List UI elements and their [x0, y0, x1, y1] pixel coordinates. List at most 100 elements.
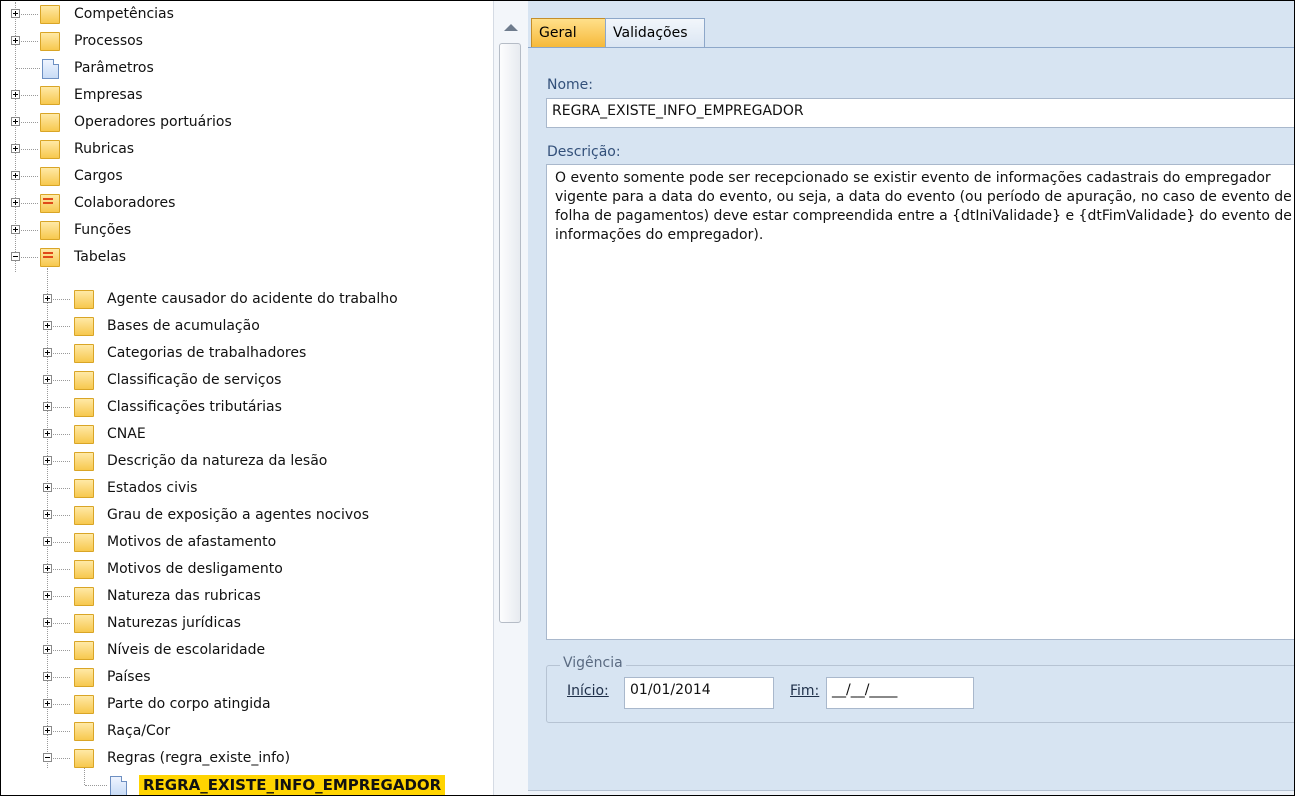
tree-item-niveis-escolaridade[interactable]: Níveis de escolaridade — [2, 638, 493, 665]
tree-item-label: Processos — [74, 33, 143, 49]
tree-item-rubricas[interactable]: Rubricas — [2, 137, 493, 164]
tree-item-raca-cor[interactable]: Raça/Cor — [2, 719, 493, 746]
folder-icon — [74, 695, 94, 714]
expand-icon[interactable] — [43, 375, 52, 384]
expand-icon[interactable] — [11, 225, 20, 234]
tree-item-label-selected: REGRA_EXISTE_INFO_EMPREGADOR — [139, 775, 446, 795]
expand-icon[interactable] — [11, 90, 20, 99]
tree-item-naturezas-juridicas[interactable]: Naturezas jurídicas — [2, 611, 493, 638]
tree-connector — [21, 122, 38, 123]
folder-icon — [74, 452, 94, 471]
expand-icon[interactable] — [11, 198, 20, 207]
folder-icon — [40, 32, 60, 51]
tree-item-tabelas[interactable]: Tabelas — [2, 245, 493, 272]
tree-item-cnae[interactable]: CNAE — [2, 422, 493, 449]
tree-connector — [53, 461, 70, 462]
tree-item-empresas[interactable]: Empresas — [2, 83, 493, 110]
inicio-label: Início: — [567, 683, 609, 699]
tab-validacoes[interactable]: Validações — [605, 18, 705, 47]
tree-item-grau-exposicao[interactable]: Grau de exposição a agentes nocivos — [2, 503, 493, 530]
expand-icon[interactable] — [43, 294, 52, 303]
tree-item-parametros[interactable]: Parâmetros — [2, 56, 493, 83]
expand-icon[interactable] — [43, 483, 52, 492]
tree-connector — [21, 41, 38, 42]
expand-icon[interactable] — [43, 591, 52, 600]
tree-item-categorias-trabalhadores[interactable]: Categorias de trabalhadores — [2, 341, 493, 368]
collapse-icon[interactable] — [43, 753, 52, 762]
tree-connector — [21, 230, 38, 231]
expand-icon[interactable] — [43, 348, 52, 357]
folder-icon — [74, 290, 94, 309]
expand-icon[interactable] — [43, 321, 52, 330]
tree-item-funcoes[interactable]: Funções — [2, 218, 493, 245]
tree-connector — [21, 95, 38, 96]
tree-item-parte-corpo[interactable]: Parte do corpo atingida — [2, 692, 493, 719]
expand-icon[interactable] — [43, 672, 52, 681]
tree-item-competencias[interactable]: Competências — [2, 2, 493, 29]
inicio-label-text: Início: — [567, 683, 609, 699]
tree-item-estados-civis[interactable]: Estados civis — [2, 476, 493, 503]
descricao-label: Descrição: — [547, 144, 621, 160]
document-icon — [42, 59, 59, 79]
tree-connector — [16, 68, 40, 69]
fim-date-field[interactable]: __/__/____ — [826, 677, 974, 709]
folder-icon — [40, 113, 60, 132]
inicio-date-field[interactable]: 01/01/2014 — [624, 677, 774, 709]
expand-icon[interactable] — [43, 429, 52, 438]
expand-icon[interactable] — [43, 456, 52, 465]
tree-connector — [53, 380, 70, 381]
expand-icon[interactable] — [43, 726, 52, 735]
tree-item-regras[interactable]: Regras (regra_existe_info) — [2, 746, 493, 773]
expand-icon[interactable] — [11, 171, 20, 180]
tree-connector — [21, 149, 38, 150]
tree-item-colaboradores[interactable]: Colaboradores — [2, 191, 493, 218]
expand-icon[interactable] — [43, 645, 52, 654]
tree-item-cargos[interactable]: Cargos — [2, 164, 493, 191]
tree-item-natureza-rubricas[interactable]: Natureza das rubricas — [2, 584, 493, 611]
folder-icon — [40, 86, 60, 105]
descricao-field[interactable]: O evento somente pode ser recepcionado s… — [546, 164, 1294, 640]
expand-icon[interactable] — [11, 9, 20, 18]
folder-icon — [74, 641, 94, 660]
tree-item-label: Cargos — [74, 168, 123, 184]
tree-item-classificacao-servicos[interactable]: Classificação de serviços — [2, 368, 493, 395]
tree-item-label: Funções — [74, 222, 132, 238]
tree-connector — [53, 758, 70, 759]
scrollbar-thumb[interactable] — [499, 43, 521, 623]
tree-item-label: Competências — [74, 6, 174, 22]
expand-icon[interactable] — [11, 144, 20, 153]
tree-item-classificacoes-tributarias[interactable]: Classificações tributárias — [2, 395, 493, 422]
expand-icon[interactable] — [11, 36, 20, 45]
expand-icon[interactable] — [43, 618, 52, 627]
tree-connector — [53, 434, 70, 435]
folder-icon — [74, 560, 94, 579]
collapse-icon[interactable] — [11, 252, 20, 261]
tree-item-motivos-afastamento[interactable]: Motivos de afastamento — [2, 530, 493, 557]
expand-icon[interactable] — [43, 699, 52, 708]
tree-item-natureza-lesao[interactable]: Descrição da natureza da lesão — [2, 449, 493, 476]
tree-item-motivos-desligamento[interactable]: Motivos de desligamento — [2, 557, 493, 584]
expand-icon[interactable] — [11, 117, 20, 126]
folder-open-icon — [40, 194, 60, 213]
expand-icon[interactable] — [43, 564, 52, 573]
tree-item-bases-acumulacao[interactable]: Bases de acumulação — [2, 314, 493, 341]
folder-icon — [74, 506, 94, 525]
tree-item-processos[interactable]: Processos — [2, 29, 493, 56]
expand-icon[interactable] — [43, 402, 52, 411]
tab-geral[interactable]: Geral — [531, 18, 606, 47]
tree-item-label: Estados civis — [107, 480, 198, 496]
expand-icon[interactable] — [43, 510, 52, 519]
folder-icon — [40, 221, 60, 240]
tree-item-label: Parâmetros — [74, 60, 154, 76]
tree-item-agente-causador[interactable]: Agente causador do acidente do trabalho — [2, 287, 493, 314]
tree-scrollbar[interactable] — [493, 1, 529, 795]
tree-item-regra-existe-info-empregador[interactable]: REGRA_EXISTE_INFO_EMPREGADOR — [2, 773, 493, 795]
tree-item-operadores-portuarios[interactable]: Operadores portuários — [2, 110, 493, 137]
tree-item-label: Regras (regra_existe_info) — [107, 750, 291, 766]
main-window: Competências Processos Parâmetros Empres… — [0, 0, 1295, 796]
scroll-up-icon[interactable] — [504, 24, 518, 31]
nome-field[interactable]: REGRA_EXISTE_INFO_EMPREGADOR — [546, 98, 1294, 128]
fim-label-text: Fim: — [790, 683, 820, 699]
expand-icon[interactable] — [43, 537, 52, 546]
tree-item-paises[interactable]: Países — [2, 665, 493, 692]
